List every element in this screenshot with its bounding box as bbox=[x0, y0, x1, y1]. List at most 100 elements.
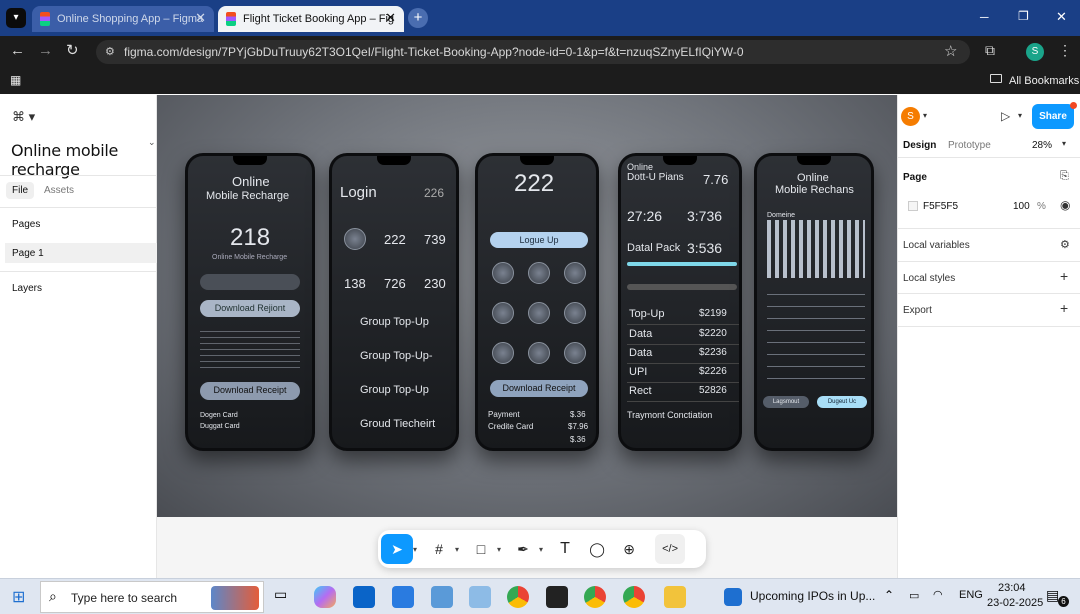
local-styles[interactable]: Local styles bbox=[903, 273, 955, 284]
chevron-down-icon[interactable]: ▾ bbox=[1018, 111, 1022, 120]
text-tool-icon[interactable]: T bbox=[549, 534, 581, 564]
export-heading[interactable]: Export bbox=[903, 305, 932, 316]
mockup-artwork-image[interactable]: Online Mobile Recharge 218 Online Mobile… bbox=[157, 95, 897, 517]
shape-tool-icon[interactable]: □ bbox=[465, 534, 497, 564]
phone-text: Group Top-Up- bbox=[360, 350, 433, 362]
clock-time[interactable]: 23:04 bbox=[998, 582, 1026, 594]
share-button[interactable]: Share bbox=[1032, 104, 1074, 129]
phone-text: $2236 bbox=[699, 347, 727, 358]
close-window-button[interactable]: ✕ bbox=[1056, 9, 1067, 25]
tab-assets[interactable]: Assets bbox=[44, 185, 74, 196]
page-settings-icon[interactable]: ⎘ bbox=[1060, 170, 1069, 183]
figma-left-panel: ⌘ ▾ Online mobile recharge ⌄ File Assets… bbox=[0, 95, 157, 578]
chevron-down-icon[interactable]: ▾ bbox=[413, 545, 417, 554]
phone-button: Download Receipt bbox=[200, 382, 300, 400]
language-indicator[interactable]: ENG bbox=[959, 589, 983, 601]
page-item-page-1[interactable]: Page 1 bbox=[5, 243, 157, 263]
close-tab-icon[interactable]: ✕ bbox=[195, 10, 206, 26]
page-opacity[interactable]: 100 bbox=[1013, 201, 1030, 212]
app-icon[interactable] bbox=[469, 586, 491, 608]
user-avatar[interactable]: S bbox=[901, 107, 920, 126]
forward-icon[interactable]: → bbox=[38, 42, 53, 59]
chevron-down-icon[interactable]: ▾ bbox=[923, 111, 927, 120]
add-export-icon[interactable]: + bbox=[1060, 300, 1068, 316]
bookmark-star-icon[interactable]: ☆ bbox=[944, 42, 957, 60]
menu-icon[interactable]: ⋮ bbox=[1058, 42, 1072, 59]
phone-text: 27:26 bbox=[627, 208, 663, 224]
chevron-down-icon[interactable]: ▾ bbox=[455, 545, 459, 554]
present-play-icon[interactable]: ▷ bbox=[1001, 109, 1010, 123]
outlook-icon[interactable] bbox=[353, 586, 375, 608]
news-icon[interactable] bbox=[724, 588, 742, 606]
terminal-icon[interactable] bbox=[546, 586, 568, 608]
phone-pill bbox=[200, 274, 300, 290]
chrome-profile-icon[interactable] bbox=[584, 586, 606, 608]
move-tool-button[interactable]: ➤ bbox=[381, 534, 413, 564]
news-ticker[interactable]: Upcoming IPOs in Up... bbox=[750, 589, 875, 603]
chevron-down-icon[interactable]: ▾ bbox=[497, 545, 501, 554]
dev-mode-icon[interactable]: </> bbox=[655, 534, 686, 564]
url-text: figma.com/design/7PYjGbDuTruuy62T3O1QeI/… bbox=[124, 45, 744, 59]
tab-file[interactable]: File bbox=[6, 182, 35, 199]
site-info-icon[interactable]: ⚙ bbox=[105, 40, 115, 64]
phone-text: Rect bbox=[629, 385, 652, 397]
file-explorer-icon[interactable] bbox=[664, 586, 686, 608]
chevron-down-icon[interactable]: ▾ bbox=[539, 545, 543, 554]
store-icon[interactable] bbox=[392, 586, 414, 608]
maximize-button[interactable]: ❐ bbox=[1018, 9, 1029, 23]
variables-settings-icon[interactable]: ⚙ bbox=[1060, 238, 1070, 251]
all-bookmarks-link[interactable]: All Bookmarks bbox=[1009, 75, 1079, 87]
copilot-icon[interactable] bbox=[314, 586, 336, 608]
phone-text: Group Top-Up bbox=[360, 384, 429, 396]
actions-tool-icon[interactable]: ⊕ bbox=[613, 534, 645, 564]
minimize-button[interactable]: ─ bbox=[980, 10, 989, 24]
close-tab-icon[interactable]: ✕ bbox=[385, 10, 396, 26]
zoom-level[interactable]: 28% bbox=[1032, 140, 1052, 151]
chrome-profile-icon[interactable] bbox=[623, 586, 645, 608]
back-icon[interactable]: ← bbox=[10, 42, 25, 59]
color-swatch[interactable] bbox=[908, 201, 918, 211]
phone-text: 52826 bbox=[699, 385, 727, 396]
figma-icon bbox=[40, 12, 50, 26]
pen-tool-icon[interactable]: ✒ bbox=[507, 534, 539, 564]
tab-search-button[interactable]: ▾ bbox=[6, 8, 26, 28]
add-style-icon[interactable]: + bbox=[1060, 268, 1068, 284]
tab-prototype[interactable]: Prototype bbox=[948, 140, 991, 151]
eye-icon[interactable]: ◉ bbox=[1060, 198, 1070, 212]
chevron-down-icon[interactable]: ▾ bbox=[1062, 139, 1066, 148]
clock-date[interactable]: 23-02-2025 bbox=[987, 597, 1043, 609]
tab-online-shopping[interactable]: Online Shopping App – Figma ✕ bbox=[32, 6, 214, 32]
local-variables[interactable]: Local variables bbox=[903, 240, 970, 251]
figma-right-panel: S ▾ ▷ ▾ Share Design Prototype 28% ▾ Pag… bbox=[897, 95, 1080, 578]
frame-tool-icon[interactable]: # bbox=[423, 534, 455, 564]
battery-icon[interactable]: ▭ bbox=[909, 589, 919, 602]
phone-text: 226 bbox=[424, 186, 445, 200]
phone-text: Duggat Card bbox=[200, 423, 240, 430]
page-color-hex[interactable]: F5F5F5 bbox=[923, 201, 958, 212]
profile-avatar[interactable]: S bbox=[1026, 43, 1044, 61]
file-menu-chevron-icon[interactable]: ⌄ bbox=[148, 137, 156, 148]
tab-design[interactable]: Design bbox=[903, 140, 936, 151]
taskbar-search-box[interactable]: ⌕ Type here to search bbox=[40, 581, 264, 613]
reload-icon[interactable]: ↻ bbox=[66, 41, 79, 59]
figma-main-menu-icon[interactable]: ⌘ ▾ bbox=[12, 109, 35, 125]
app-icon[interactable] bbox=[431, 586, 453, 608]
phone-button: Dugeut Uc bbox=[817, 396, 867, 408]
url-field[interactable]: ⚙ figma.com/design/7PYjGbDuTruuy62T3O1Qe… bbox=[96, 40, 970, 64]
new-tab-button[interactable]: + bbox=[408, 8, 428, 28]
extensions-icon[interactable]: ⧉ bbox=[985, 42, 995, 59]
phone-text: $2220 bbox=[699, 328, 727, 339]
wifi-icon[interactable]: ◠ bbox=[933, 588, 943, 601]
design-canvas[interactable]: Online Mobile Recharge 218 Online Mobile… bbox=[157, 95, 1061, 578]
chevron-up-icon[interactable]: ⌃ bbox=[884, 588, 894, 602]
folder-icon bbox=[990, 74, 1002, 83]
task-view-icon[interactable]: ▭ bbox=[274, 586, 296, 608]
chrome-icon[interactable] bbox=[507, 586, 529, 608]
phone-text: 218 bbox=[230, 224, 271, 251]
tab-flight-ticket[interactable]: Flight Ticket Booking App – Fig ✕ bbox=[218, 6, 404, 32]
search-icon: ⌕ bbox=[49, 588, 57, 604]
file-name[interactable]: Online mobile recharge bbox=[11, 141, 156, 179]
windows-start-icon[interactable]: ⊞ bbox=[12, 587, 25, 607]
comment-tool-icon[interactable]: ◯ bbox=[581, 534, 613, 564]
apps-grid-icon[interactable]: ▦ bbox=[10, 73, 21, 87]
